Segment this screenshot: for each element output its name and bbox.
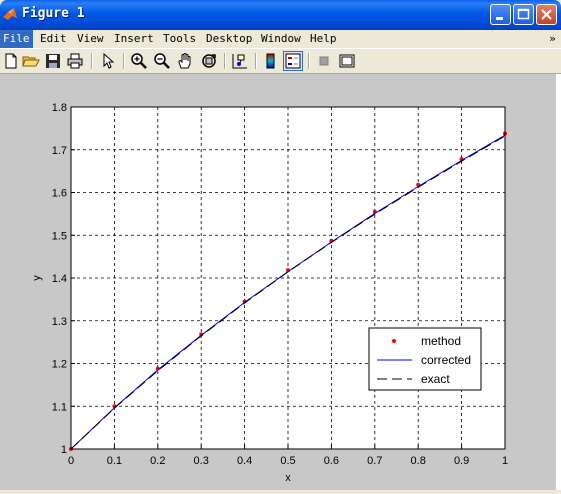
window-title: Figure 1 [22,6,85,21]
insert-legend-button[interactable] [283,51,303,71]
title-bar[interactable]: Figure 1 [0,0,561,30]
zoom-out-button[interactable] [153,52,171,70]
figure-window: Figure 1 File Edit View Insert Tools Des… [0,0,561,490]
menu-window[interactable]: Window [258,30,304,48]
x-tick-label: 0.4 [237,455,252,467]
x-tick-label: 0.2 [150,455,165,467]
y-tick-label: 1.2 [52,359,67,371]
close-button[interactable] [536,4,557,25]
legend-marker-method [392,339,396,343]
zoom-in-button[interactable] [130,52,148,70]
legend-label-corrected: corrected [421,353,471,367]
legend-label-method: method [421,334,461,348]
x-tick-label: 0.8 [411,455,426,467]
save-icon [46,54,60,68]
print-button[interactable] [66,52,84,70]
y-tick-label: 1 [61,444,67,456]
toolbar-separator [224,53,226,69]
legend-icon [285,53,301,69]
folder-open-icon [22,56,40,67]
x-tick-label: 0.1 [107,455,122,467]
toolbar-separator [255,53,257,69]
menu-bar: File Edit View Insert Tools Desktop Wind… [0,30,561,48]
new-figure-button[interactable] [2,52,20,70]
show-plot-tools-button[interactable] [338,52,356,70]
colorbar-icon [266,53,275,69]
x-tick-label: 0.9 [454,455,469,467]
maximize-icon [517,8,530,20]
menu-insert[interactable]: Insert [111,30,157,48]
hide-plot-tools-icon [319,56,329,66]
rotate-3d-button[interactable] [200,52,218,70]
matlab-icon [3,8,17,20]
new-file-icon [5,53,17,69]
y-tick-label: 1.1 [52,401,67,413]
menu-file[interactable]: File [0,30,33,48]
open-file-button[interactable] [22,52,40,70]
y-tick-label: 1.7 [52,145,67,157]
close-icon [541,9,552,20]
menu-tools[interactable]: Tools [160,30,199,48]
legend-label-exact: exact [421,372,450,386]
x-tick-label: 0 [68,455,74,467]
x-tick-label: 0.5 [280,455,295,467]
data-cursor-icon [232,54,247,69]
toolbar-separator [123,53,125,69]
minimize-icon [496,17,503,20]
window-border [556,74,561,490]
x-tick-label: 0.3 [194,455,209,467]
printer-icon [67,53,83,69]
y-tick-label: 1.6 [52,188,67,200]
x-tick-label: 0.6 [324,455,339,467]
y-tick-label: 1.5 [52,230,67,242]
menu-desktop[interactable]: Desktop [203,30,255,48]
x-axis-label: x [285,472,291,484]
maximize-button[interactable] [513,4,534,25]
x-tick-label: 0.7 [367,455,382,467]
hand-icon [178,53,191,69]
insert-colorbar-button[interactable] [262,52,280,70]
pan-button[interactable] [176,52,194,70]
y-tick-label: 1.4 [52,273,67,285]
menu-help[interactable]: Help [307,30,340,48]
minimize-button[interactable] [490,4,511,25]
menu-view[interactable]: View [74,30,107,48]
rotate-3d-icon [202,54,216,68]
edit-plot-button[interactable] [99,52,117,70]
y-axis-label: y [31,275,43,281]
figure-canvas: 0 0.1 0.2 0.3 0.4 0.5 0.6 0.7 0.8 0.9 1 1 1.1 1.2 1.3 1… [0,74,556,490]
zoom-in-icon [131,53,147,69]
legend[interactable]: method corrected exact [368,327,482,391]
show-plot-tools-icon [339,54,355,68]
arrow-pointer-icon [103,52,115,69]
menu-edit[interactable]: Edit [37,30,70,48]
save-button[interactable] [44,52,62,70]
plot-svg: 0 0.1 0.2 0.3 0.4 0.5 0.6 0.7 0.8 0.9 1 1 1.1 1.2 1.3 1… [31,102,508,484]
toolbar-separator [91,53,93,69]
data-cursor-button[interactable] [231,52,249,70]
zoom-out-icon [154,53,170,69]
toolbar-separator [308,53,310,69]
menu-overflow-icon[interactable]: » [549,32,556,45]
x-tick-label: 1 [502,455,508,467]
y-tick-label: 1.8 [52,102,67,114]
figure-toolbar [0,48,561,74]
hide-plot-tools-button[interactable] [315,52,333,70]
y-tick-label: 1.3 [52,316,67,328]
